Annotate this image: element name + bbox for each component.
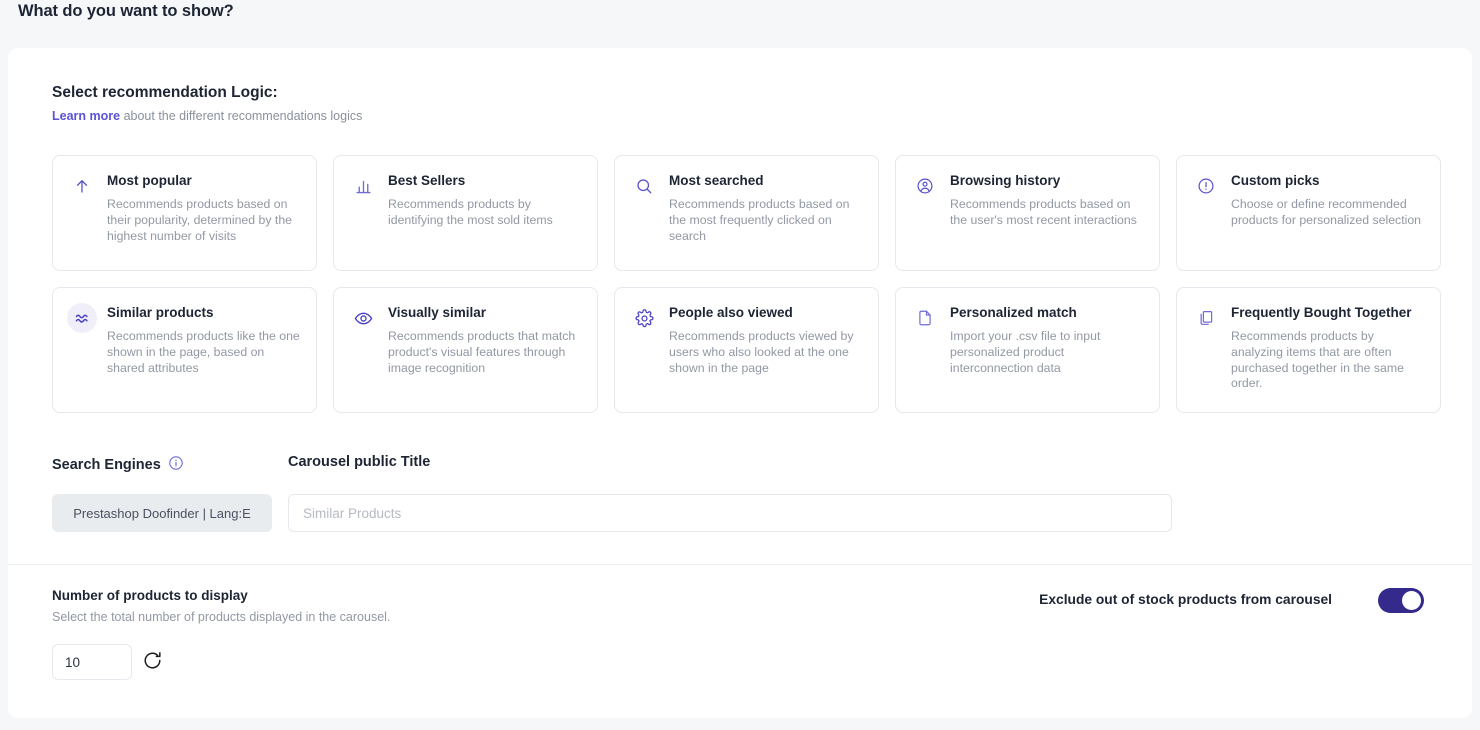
logic-card-body: Most searched Recommends products based … xyxy=(669,172,864,260)
logic-card-frequently-bought-together[interactable]: Frequently Bought Together Recommends pr… xyxy=(1176,287,1441,413)
logic-card-body: Similar products Recommends products lik… xyxy=(107,304,302,402)
page-title: What do you want to show? xyxy=(18,2,234,20)
logic-card-description: Recommends products based on the user's … xyxy=(950,197,1137,227)
logic-card-most-popular[interactable]: Most popular Recommends products based o… xyxy=(52,155,317,271)
logic-card-description: Recommends products by identifying the m… xyxy=(388,197,553,227)
logic-card-similar-products[interactable]: Similar products Recommends products lik… xyxy=(52,287,317,413)
logic-card-personalized-match[interactable]: Personalized match Import your .csv file… xyxy=(895,287,1160,413)
products-count-description: Select the total number of products disp… xyxy=(52,610,391,624)
logic-card-visually-similar[interactable]: Visually similar Recommends products tha… xyxy=(333,287,598,413)
file-icon xyxy=(910,303,940,333)
logic-card-title: Custom picks xyxy=(1231,173,1320,188)
logic-card-browsing-history[interactable]: Browsing history Recommends products bas… xyxy=(895,155,1160,271)
eye-icon xyxy=(348,303,378,333)
section-title: Select recommendation Logic: xyxy=(52,84,278,101)
logic-card-description: Import your .csv file to input personali… xyxy=(950,329,1101,375)
logic-card-title: Best Sellers xyxy=(388,173,466,188)
recommendation-logic-grid: Most popular Recommends products based o… xyxy=(52,155,1441,413)
learn-more-link[interactable]: Learn more xyxy=(52,109,120,123)
search-engines-label-text: Search Engines xyxy=(52,457,161,473)
logic-card-body: Frequently Bought Together Recommends pr… xyxy=(1231,304,1426,402)
carousel-title-label: Carousel public Title xyxy=(288,454,431,470)
section-subtitle: Learn more about the different recommend… xyxy=(52,109,362,123)
search-icon xyxy=(629,171,659,201)
logic-card-title: Personalized match xyxy=(950,305,1077,320)
gear-icon xyxy=(629,303,659,333)
logic-card-title: Similar products xyxy=(107,305,214,320)
logic-card-body: People also viewed Recommends products v… xyxy=(669,304,864,402)
products-count-input[interactable] xyxy=(52,644,132,680)
carousel-title-input[interactable] xyxy=(288,494,1172,532)
logic-card-title: Browsing history xyxy=(950,173,1061,188)
logic-card-title: People also viewed xyxy=(669,305,793,320)
logic-card-body: Best Sellers Recommends products by iden… xyxy=(388,172,583,260)
logic-card-body: Personalized match Import your .csv file… xyxy=(950,304,1145,402)
logic-card-title: Most searched xyxy=(669,173,764,188)
logic-card-best-sellers[interactable]: Best Sellers Recommends products by iden… xyxy=(333,155,598,271)
logic-card-most-searched[interactable]: Most searched Recommends products based … xyxy=(614,155,879,271)
logic-card-body: Browsing history Recommends products bas… xyxy=(950,172,1145,260)
logic-card-description: Recommends products based on the most fr… xyxy=(669,197,850,243)
logic-card-description: Recommends products like the one shown i… xyxy=(107,329,300,375)
copy-icon xyxy=(1191,303,1221,333)
info-icon[interactable] xyxy=(168,455,184,475)
logic-card-people-also-viewed[interactable]: People also viewed Recommends products v… xyxy=(614,287,879,413)
exclamation-circle-icon xyxy=(1191,171,1221,201)
logic-card-body: Visually similar Recommends products tha… xyxy=(388,304,583,402)
toggle-knob xyxy=(1402,591,1421,610)
bar-chart-icon xyxy=(348,171,378,201)
logic-card-description: Recommends products viewed by users who … xyxy=(669,329,854,375)
products-count-title: Number of products to display xyxy=(52,588,248,603)
exclude-out-of-stock-toggle[interactable] xyxy=(1378,588,1424,613)
logic-card-title: Most popular xyxy=(107,173,192,188)
arrow-up-icon xyxy=(67,171,97,201)
refresh-icon[interactable] xyxy=(141,650,163,672)
logic-card-description: Recommends products based on their popul… xyxy=(107,197,293,243)
logic-card-body: Most popular Recommends products based o… xyxy=(107,172,302,260)
logic-card-description: Recommends products that match product's… xyxy=(388,329,576,375)
user-circle-icon xyxy=(910,171,940,201)
section-subtitle-text: about the different recommendations logi… xyxy=(120,109,363,123)
approximately-equal-icon xyxy=(67,303,97,333)
logic-card-title: Visually similar xyxy=(388,305,487,320)
exclude-out-of-stock-label: Exclude out of stock products from carou… xyxy=(1039,592,1332,607)
logic-card-description: Choose or define recommended products fo… xyxy=(1231,197,1422,227)
search-engine-select[interactable]: Prestashop Doofinder | Lang:E xyxy=(52,494,272,532)
logic-card-description: Recommends products by analyzing items t… xyxy=(1231,329,1404,391)
logic-card-body: Custom picks Choose or define recommende… xyxy=(1231,172,1426,260)
search-engines-label: Search Engines xyxy=(52,455,184,475)
section-divider xyxy=(8,564,1472,565)
logic-card-title: Frequently Bought Together xyxy=(1231,305,1412,320)
logic-card-custom-picks[interactable]: Custom picks Choose or define recommende… xyxy=(1176,155,1441,271)
recommendation-settings-panel: Select recommendation Logic: Learn more … xyxy=(8,48,1472,718)
